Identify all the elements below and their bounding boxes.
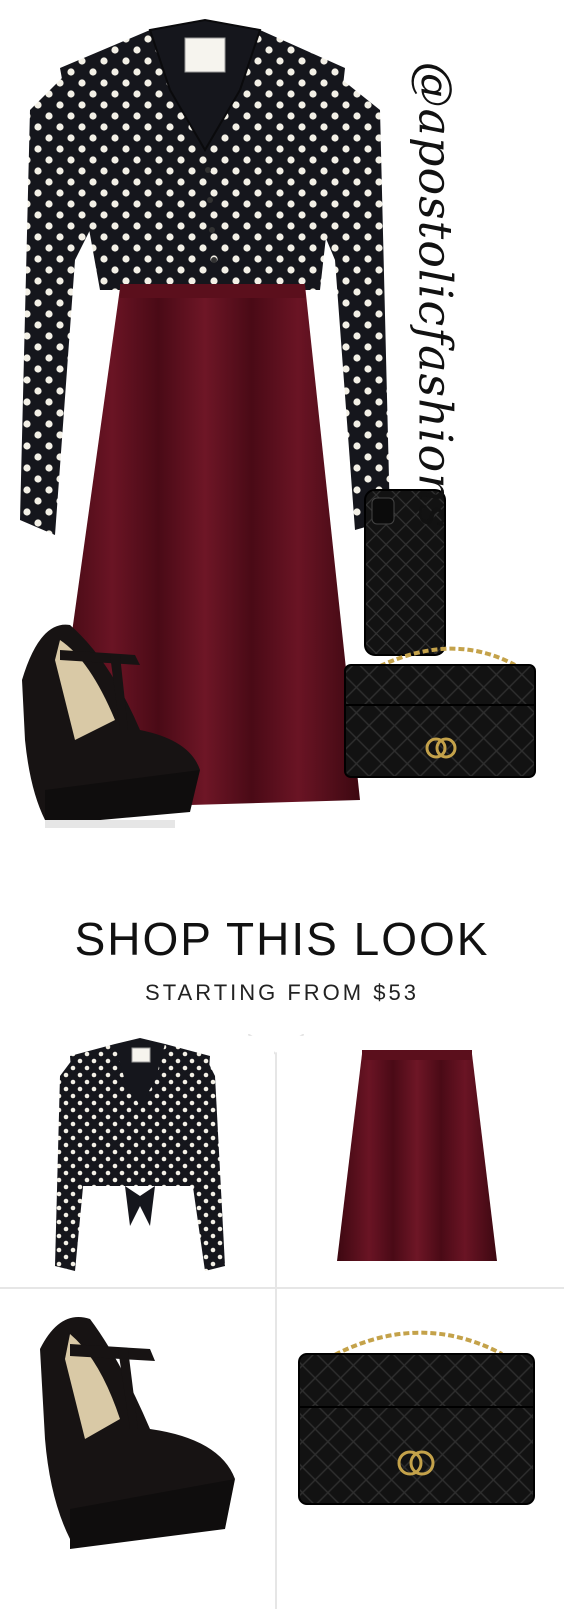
starting-price: STARTING FROM $53 xyxy=(145,980,419,1005)
product-tile-skirt[interactable] xyxy=(277,1036,564,1286)
wedge-thumbnail xyxy=(40,1317,235,1549)
social-handle: @apostolicfashions xyxy=(375,55,495,535)
shop-title: SHOP THIS LOOK xyxy=(74,913,490,965)
product-grid xyxy=(0,1034,564,1609)
blouse-thumbnail xyxy=(55,1038,225,1271)
product-tile-blouse[interactable] xyxy=(0,1036,274,1286)
product-tile-bag[interactable] xyxy=(277,1289,564,1609)
bag-thumbnail xyxy=(298,1330,535,1505)
social-handle-text: @apostolicfashions xyxy=(408,61,463,529)
product-tile-wedge[interactable] xyxy=(0,1289,274,1609)
skirt-thumbnail xyxy=(337,1050,497,1261)
quilted-chain-bag xyxy=(344,646,536,778)
